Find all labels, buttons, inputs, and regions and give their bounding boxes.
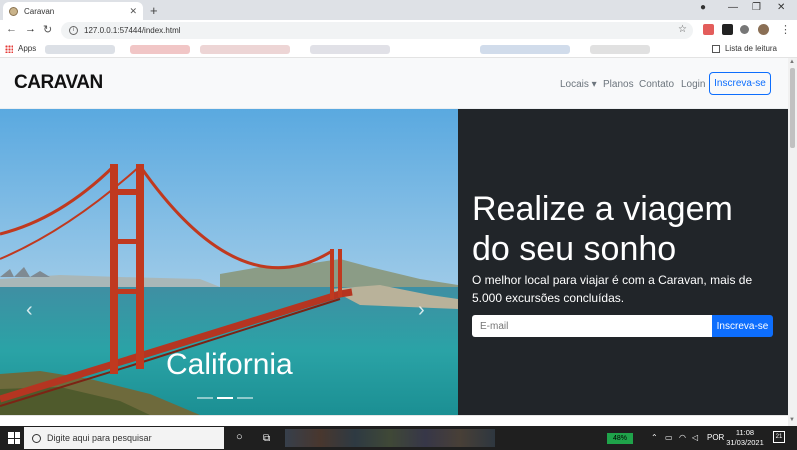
hero-carousel: ‹ › California (0, 109, 458, 415)
cortana-icon[interactable]: ○ (236, 431, 243, 443)
site-navbar: CARAVAN Locais ▾ Planos Contato Login In… (0, 58, 788, 109)
notification-center-icon[interactable]: 21 (773, 431, 785, 443)
bookmark-item[interactable] (200, 45, 290, 54)
nav-login[interactable]: Login (681, 79, 705, 90)
taskbar-search-input[interactable]: Digite aqui para pesquisar (24, 427, 224, 449)
nav-contato[interactable]: Contato (639, 79, 674, 90)
bookmark-item[interactable] (480, 45, 570, 54)
web-page: CARAVAN Locais ▾ Planos Contato Login In… (0, 58, 788, 426)
tab-close-icon[interactable]: ✕ (129, 6, 137, 17)
reading-list-button[interactable]: Lista de leitura (711, 44, 777, 53)
scroll-down-icon[interactable]: ▼ (789, 417, 795, 423)
bookmark-item[interactable] (130, 45, 190, 54)
scroll-up-icon[interactable]: ▲ (789, 59, 795, 65)
puzzle-icon[interactable] (740, 25, 749, 34)
nav-locais-dropdown[interactable]: Locais ▾ (560, 79, 597, 90)
carousel-indicators (197, 397, 253, 399)
maximize-icon[interactable]: ❐ (752, 2, 761, 13)
avatar[interactable] (758, 24, 769, 35)
close-window-icon[interactable]: ✕ (777, 2, 785, 13)
profile-menu-icon[interactable]: ● (700, 2, 706, 13)
minimize-icon[interactable]: — (728, 2, 738, 13)
apps-bookmark[interactable]: Apps (5, 44, 36, 53)
clock-time: 11:08 (735, 428, 755, 437)
browser-tab[interactable]: Caravan ✕ (3, 2, 143, 20)
pinned-apps[interactable] (285, 429, 495, 447)
volume-icon[interactable]: ◁ (692, 433, 698, 442)
carousel-indicator-2[interactable] (217, 397, 233, 399)
carousel-next-icon[interactable]: › (418, 299, 425, 322)
hero-headline: Realize a viagem do seu sonho (472, 190, 733, 268)
task-view-icon[interactable]: ⧉ (263, 433, 270, 444)
reading-list-icon (711, 44, 720, 53)
extension-icon[interactable] (703, 24, 714, 35)
network-icon[interactable]: ▭ (665, 433, 673, 442)
back-icon[interactable]: ← (6, 23, 17, 35)
url-text: 127.0.0.1:57444/index.html (84, 26, 181, 35)
tab-title: Caravan (24, 6, 55, 16)
site-brand[interactable]: CARAVAN (14, 72, 103, 94)
show-hidden-icons[interactable]: ⌃ (651, 433, 658, 442)
battery-indicator[interactable]: 48% (607, 433, 633, 444)
bookmark-item[interactable] (590, 45, 650, 54)
search-placeholder: Digite aqui para pesquisar (47, 433, 152, 443)
favicon-icon (9, 6, 18, 16)
carousel-indicator-3[interactable] (237, 397, 253, 399)
page-scrollbar[interactable]: ▲ ▼ (788, 58, 797, 426)
clock-date: 31/03/2021 (726, 438, 764, 447)
address-bar[interactable]: i 127.0.0.1:57444/index.html ☆ (61, 22, 693, 39)
hero-signup-panel: Realize a viagem do seu sonho O melhor l… (458, 109, 788, 415)
menu-dots-icon[interactable]: ⋮ (780, 23, 791, 36)
windows-taskbar: Digite aqui para pesquisar ○ ⧉ 48% ⌃ ▭ ◠… (0, 426, 797, 450)
hero-subtext: O melhor local para viajar é com a Carav… (472, 273, 753, 305)
reading-list-label: Lista de leitura (724, 44, 777, 53)
site-info-icon[interactable]: i (69, 26, 78, 35)
scrollbar-thumb[interactable] (790, 68, 795, 148)
nav-planos[interactable]: Planos (603, 79, 634, 90)
carousel-caption: California (166, 348, 293, 381)
carousel-indicator-1[interactable] (197, 397, 213, 399)
carousel-prev-icon[interactable]: ‹ (26, 299, 33, 322)
bookmarks-bar: Apps Lista de leitura (0, 41, 797, 58)
windows-start-icon[interactable] (8, 432, 20, 444)
bookmark-star-icon[interactable]: ☆ (678, 24, 687, 35)
search-icon (32, 433, 41, 443)
reload-icon[interactable]: ↻ (43, 23, 52, 36)
wifi-icon[interactable]: ◠ (679, 433, 686, 442)
forward-icon[interactable]: → (25, 23, 36, 35)
bookmark-item[interactable] (310, 45, 390, 54)
hero-signup-button[interactable]: Inscreva-se (712, 315, 773, 337)
extension-icon[interactable] (722, 24, 733, 35)
browser-tab-strip: Caravan ✕ + ● — ❐ ✕ (0, 0, 797, 20)
apps-label: Apps (18, 44, 37, 53)
email-field[interactable] (472, 315, 712, 337)
bookmark-item[interactable] (45, 45, 115, 54)
nav-signup-button[interactable]: Inscreva-se (709, 72, 771, 95)
new-tab-button[interactable]: + (150, 3, 158, 18)
taskbar-clock[interactable]: 11:08 31/03/2021 (722, 428, 768, 448)
page-next-section (0, 415, 788, 426)
apps-grid-icon (5, 44, 13, 53)
